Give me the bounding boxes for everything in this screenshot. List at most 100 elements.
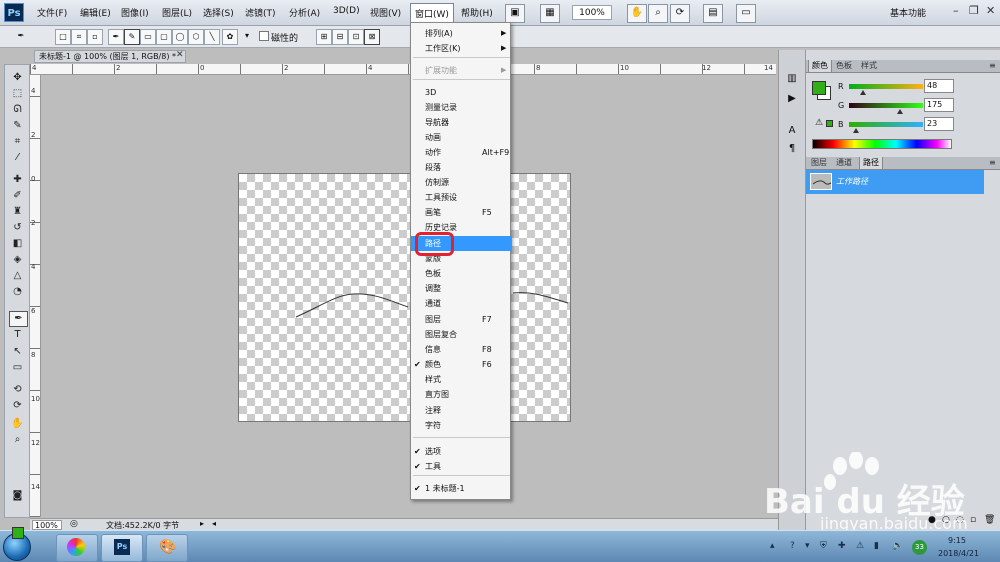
menu-analysis[interactable]: 分析(A) xyxy=(289,6,320,19)
actions-panel-icon[interactable]: ▶ xyxy=(784,92,800,106)
type-tool-icon[interactable]: T xyxy=(9,328,26,342)
g-slider-knob[interactable] xyxy=(896,109,903,114)
tray-warning-icon[interactable]: ⚠ xyxy=(856,541,864,551)
foreground-color-swatch[interactable] xyxy=(12,527,24,539)
menu-layer[interactable]: 图层(L) xyxy=(162,6,192,19)
scroll-left-icon[interactable]: ◂ xyxy=(212,519,216,528)
window-menu-item[interactable]: 排列(A) ▶ xyxy=(411,26,512,41)
magnetic-checkbox[interactable] xyxy=(259,31,269,41)
menu-filter[interactable]: 滤镜(T) xyxy=(245,6,276,19)
paragraph-panel-icon[interactable]: ¶ xyxy=(784,142,800,156)
subtract-path-icon[interactable]: ⊟ xyxy=(332,29,348,45)
panel-menu-icon[interactable]: ≡ xyxy=(986,157,999,169)
zoom-level-field[interactable]: 100% xyxy=(572,5,612,20)
zoom-status-field[interactable]: 100% xyxy=(32,520,62,530)
color-panel-foreground[interactable] xyxy=(812,81,826,95)
polygon-icon[interactable]: ⬡ xyxy=(188,29,204,45)
window-menu-item[interactable]: 动作 Alt+F9 xyxy=(411,145,512,160)
window-menu-item[interactable]: 画笔 F5 xyxy=(411,205,512,220)
b-value-field[interactable]: 23 xyxy=(924,117,954,131)
tray-volume-icon[interactable]: 🔈 xyxy=(892,541,903,551)
add-to-path-icon[interactable]: ⊞ xyxy=(316,29,332,45)
menu-help[interactable]: 帮助(H) xyxy=(461,6,493,19)
history-panel-icon[interactable]: ▥ xyxy=(784,72,800,86)
window-menu-item[interactable]: 工作区(K) ▶ xyxy=(411,41,512,56)
pen-tool-icon[interactable]: ✒ xyxy=(9,311,28,327)
window-menu-item[interactable]: ✔ 选项 xyxy=(411,444,512,459)
hand-tool-icon[interactable]: ✋ xyxy=(627,4,647,23)
character-panel-icon[interactable]: A xyxy=(784,124,800,138)
window-menu-item[interactable]: ✔ 工具 xyxy=(411,459,512,474)
eraser-icon[interactable]: ◧ xyxy=(9,237,26,251)
tab-swatches[interactable]: 色板 xyxy=(833,60,855,72)
window-menu-item[interactable]: 色板 xyxy=(411,266,512,281)
b-slider-knob[interactable] xyxy=(852,128,859,133)
close-icon[interactable]: ✕ xyxy=(986,4,995,17)
window-menu-item[interactable]: 图层 F7 xyxy=(411,312,512,327)
path-selection-icon[interactable]: ↖ xyxy=(9,345,26,359)
tray-help-icon[interactable]: ? xyxy=(790,541,795,551)
menu-edit[interactable]: 编辑(E) xyxy=(80,6,111,19)
rotate-view-icon[interactable]: ⟳ xyxy=(670,4,690,23)
shape-layers-icon[interactable]: □ xyxy=(55,29,71,45)
tray-app-icon[interactable]: ✚ xyxy=(838,541,846,551)
healing-brush-icon[interactable]: ✚ xyxy=(9,173,26,187)
dodge-tool-icon[interactable]: ◔ xyxy=(9,285,26,299)
g-slider[interactable] xyxy=(849,103,923,108)
window-menu-item[interactable]: 段落 xyxy=(411,160,512,175)
window-menu-item[interactable]: 样式 xyxy=(411,372,512,387)
window-menu-item[interactable]: 工具预设 xyxy=(411,190,512,205)
quick-mask-icon[interactable]: ◙ xyxy=(9,489,26,503)
arrange-documents-icon[interactable]: ▤ xyxy=(703,4,723,23)
tray-arrow-icon[interactable]: ▾ xyxy=(805,541,810,551)
r-value-field[interactable]: 48 xyxy=(924,79,954,93)
lasso-tool-icon[interactable]: ᘏ xyxy=(9,103,26,117)
line-icon[interactable]: ╲ xyxy=(204,29,220,45)
window-menu-item[interactable]: 图层复合 xyxy=(411,327,512,342)
history-brush-icon[interactable]: ↺ xyxy=(9,221,26,235)
window-menu-item[interactable]: 调整 xyxy=(411,281,512,296)
window-menu-item[interactable]: 仿制源 xyxy=(411,175,512,190)
custom-shape-icon[interactable]: ✿ xyxy=(222,29,238,45)
g-value-field[interactable]: 175 xyxy=(924,98,954,112)
eyedropper-icon[interactable]: ⁄ xyxy=(9,151,26,165)
clone-stamp-icon[interactable]: ♜ xyxy=(9,205,26,219)
view-extras-icon[interactable]: ▦ xyxy=(540,4,560,23)
paths-mode-icon[interactable]: ⌗ xyxy=(71,29,87,45)
geometry-options-icon[interactable]: ▾ xyxy=(240,29,254,43)
tab-color[interactable]: 颜色 xyxy=(808,60,832,72)
tab-layers[interactable]: 图层 xyxy=(808,157,830,169)
menu-file[interactable]: 文件(F) xyxy=(37,6,67,19)
path-list-item[interactable]: 工作路径 xyxy=(806,170,984,194)
hand-icon[interactable]: ✋ xyxy=(9,417,26,431)
zoom-tool-icon[interactable]: ⌕ xyxy=(648,4,668,23)
tab-styles[interactable]: 样式 xyxy=(858,60,880,72)
minimize-icon[interactable]: – xyxy=(953,4,959,17)
paint-bucket-icon[interactable]: ◈ xyxy=(9,253,26,267)
document-close-icon[interactable]: ✕ xyxy=(176,50,184,60)
taskbar-paint-button[interactable]: 🎨 xyxy=(146,534,188,562)
status-menu-arrow-icon[interactable]: ▸ xyxy=(200,519,204,528)
b-slider[interactable] xyxy=(849,122,923,127)
restore-icon[interactable]: ❐ xyxy=(969,4,979,17)
clock-time[interactable]: 9:15 xyxy=(948,536,966,545)
window-menu-item[interactable]: 3D xyxy=(411,85,512,100)
freeform-pen-icon[interactable]: ✎ xyxy=(124,29,140,45)
intersect-path-icon[interactable]: ⊡ xyxy=(348,29,364,45)
r-slider[interactable] xyxy=(849,84,923,89)
bridge-icon[interactable]: ▣ xyxy=(505,4,525,23)
fill-pixels-icon[interactable]: ▫ xyxy=(87,29,103,45)
window-menu-item[interactable]: 测量记录 xyxy=(411,100,512,115)
window-menu-item[interactable]: 扩展功能 ▶ xyxy=(411,63,512,78)
pen-tool-preset-icon[interactable]: ✒ xyxy=(14,29,28,43)
window-menu-item[interactable]: ✔ 1 未标题-1 xyxy=(411,481,512,496)
marquee-tool-icon[interactable]: ⬚ xyxy=(9,87,26,101)
window-menu-item[interactable]: 直方图 xyxy=(411,387,512,402)
window-menu-item[interactable]: 动画 xyxy=(411,130,512,145)
move-tool-icon[interactable]: ✥ xyxy=(9,71,26,85)
tray-chevron-icon[interactable]: ▴ xyxy=(770,541,775,551)
menu-image[interactable]: 图像(I) xyxy=(121,6,149,19)
clock-date[interactable]: 2018/4/21 xyxy=(938,549,979,558)
tray-network-icon[interactable]: ▮ xyxy=(874,541,879,551)
status-preview-icon[interactable]: ◎ xyxy=(70,519,78,529)
